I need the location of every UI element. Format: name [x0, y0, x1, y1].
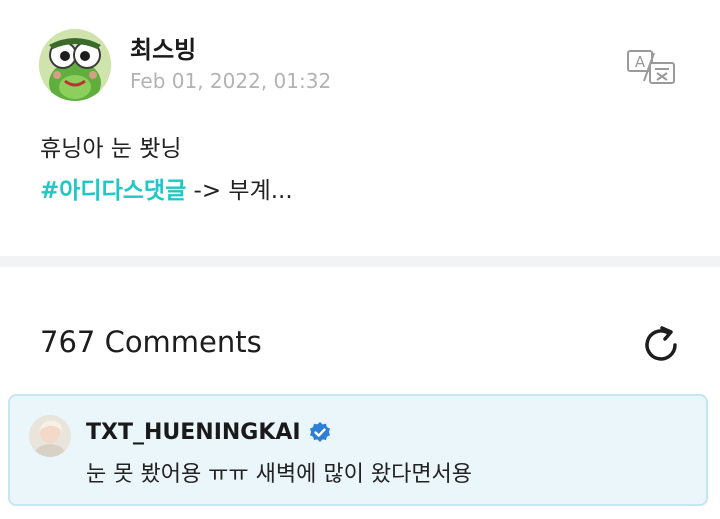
hashtag-link[interactable]: #아디다스댓글 — [40, 178, 186, 204]
post-text-line: 휴닝아 눈 봣닝 — [40, 136, 182, 162]
refresh-button[interactable] — [638, 322, 684, 368]
commenter-avatar[interactable] — [29, 415, 71, 457]
post-body: 휴닝아 눈 봣닝 #아디다스댓글 -> 부계... — [40, 128, 680, 212]
refresh-icon — [645, 326, 677, 361]
highlighted-comment[interactable]: TXT_HUENINGKAI 눈 못 봤어용 ㅠㅠ 새벽에 많이 왔다면서용 — [8, 394, 708, 506]
post: 최스빙 Feb 01, 2022, 01:32 A 휴닝아 눈 봣닝 #아디다스… — [0, 0, 720, 256]
translate-button[interactable]: A — [624, 47, 680, 87]
verified-badge-icon — [309, 421, 330, 442]
section-divider — [0, 256, 720, 267]
post-author-name[interactable]: 최스빙 — [130, 30, 196, 65]
commenter-photo-icon — [29, 415, 71, 457]
comment-author-name[interactable]: TXT_HUENINGKAI — [86, 420, 301, 445]
comment-text: 눈 못 봤어용 ㅠㅠ 새벽에 많이 왔다면서용 — [86, 462, 473, 487]
comments-count: 767 Comments — [40, 325, 262, 359]
author-avatar[interactable] — [39, 29, 111, 101]
translate-icon: A — [627, 50, 675, 84]
comment-author-row: TXT_HUENINGKAI — [86, 420, 332, 445]
post-text-line-2: #아디다스댓글 -> 부계... — [40, 170, 680, 212]
post-text-truncated[interactable]: -> 부계... — [186, 178, 293, 204]
svg-text:A: A — [635, 53, 646, 71]
post-date: Feb 01, 2022, 01:32 — [130, 69, 332, 93]
post-detail-screen: 최스빙 Feb 01, 2022, 01:32 A 휴닝아 눈 봣닝 #아디다스… — [0, 0, 720, 519]
frog-character-icon — [39, 29, 111, 101]
